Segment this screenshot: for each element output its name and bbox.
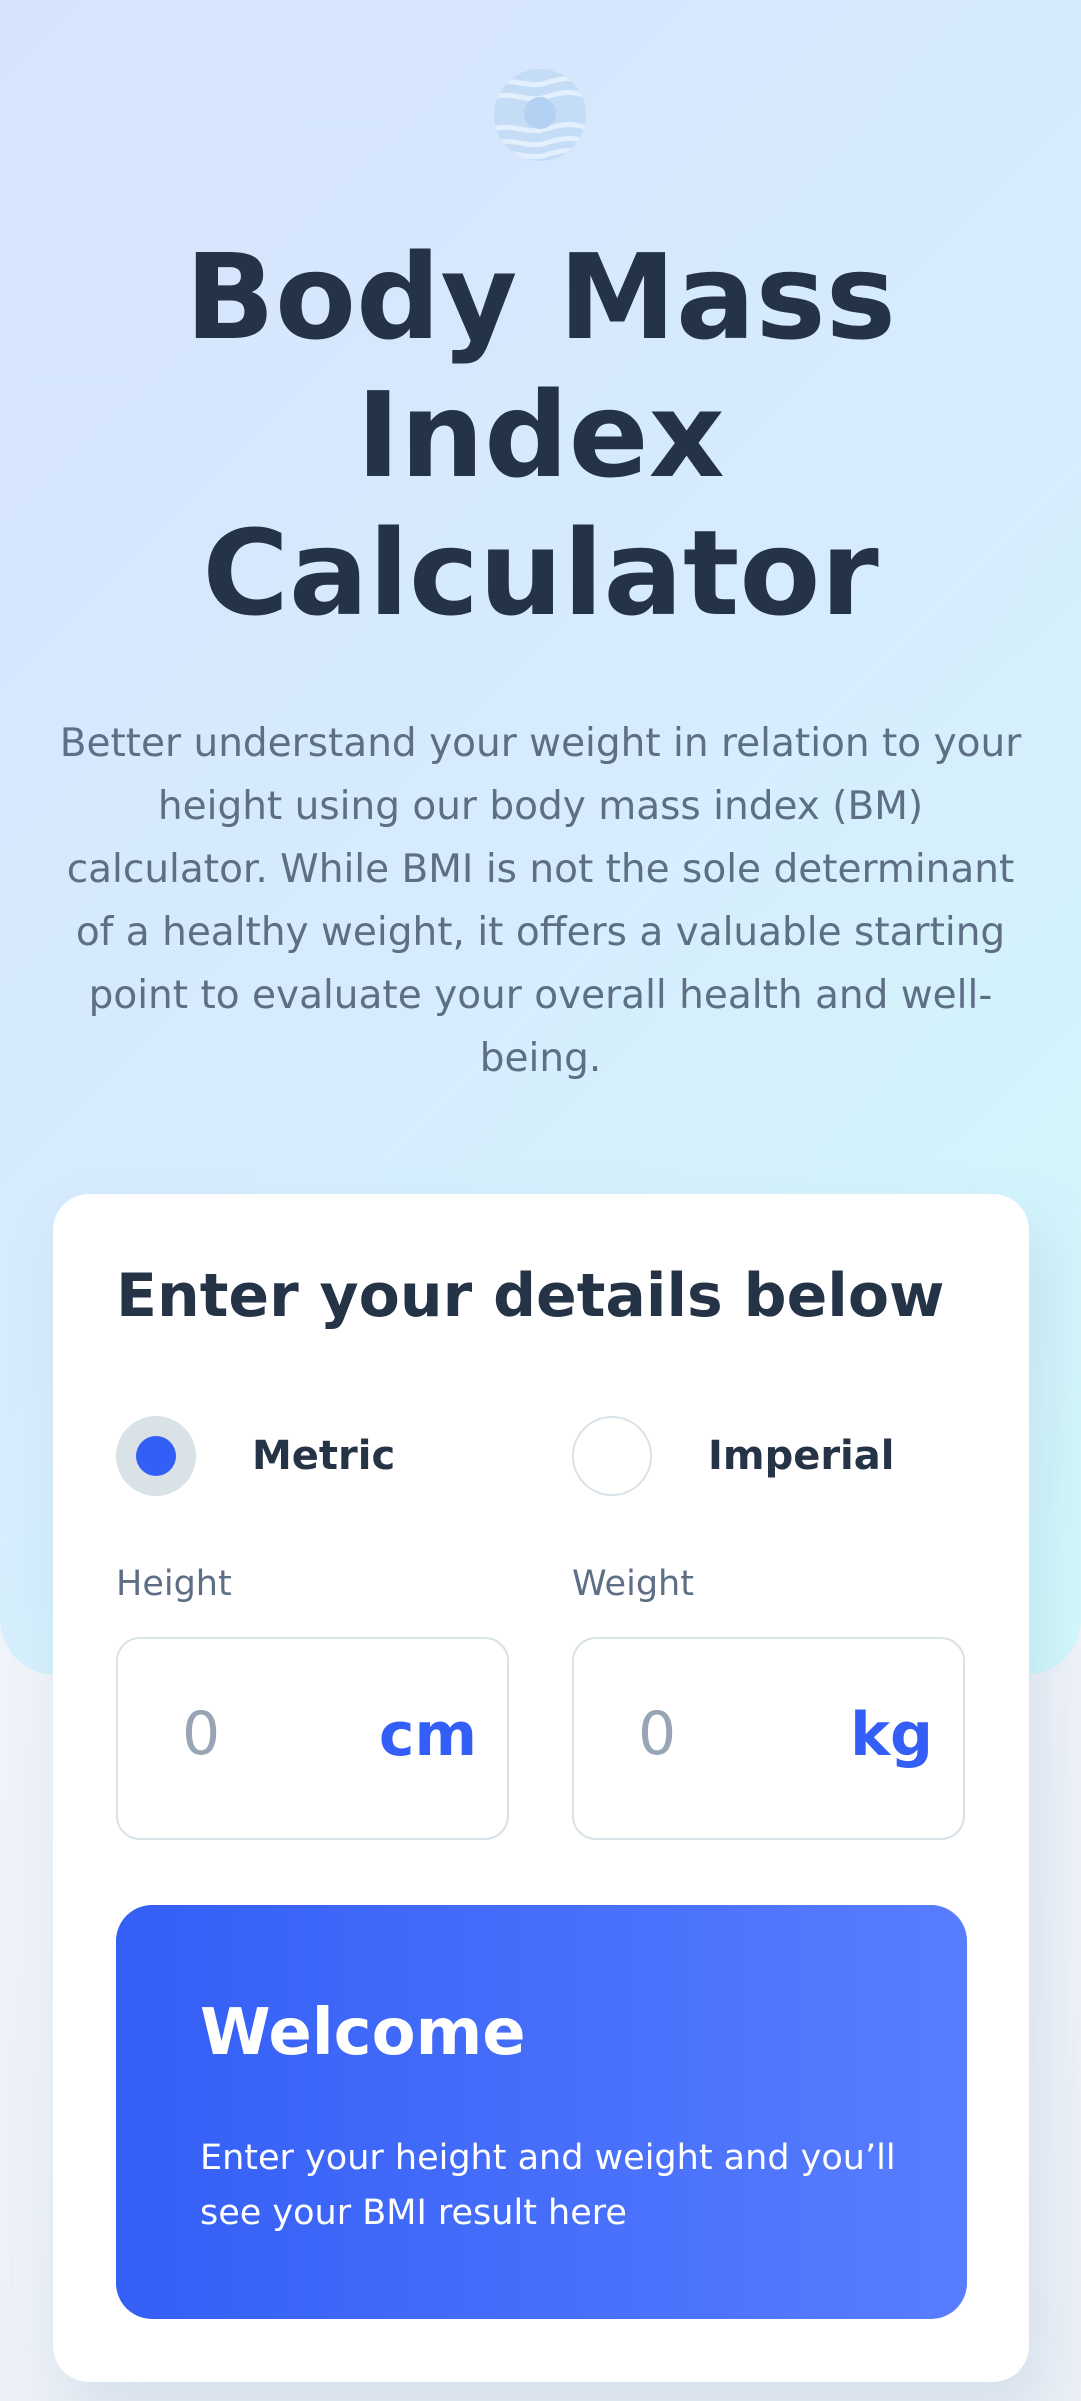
calculator-card: Enter your details below Metric Imperial… [53,1194,1029,2382]
height-field[interactable]: cm [116,1637,509,1840]
page-title-line: Body Mass [185,228,896,366]
weight-input[interactable] [638,1699,818,1769]
metric-radio-button[interactable] [116,1416,196,1496]
bmi-logo-icon [494,69,586,161]
height-unit: cm [378,1700,477,1770]
weight-unit: kg [850,1700,933,1770]
height-input[interactable] [182,1699,362,1769]
weight-field[interactable]: kg [572,1637,965,1840]
page-title-line: Index [356,366,725,504]
metric-label[interactable]: Metric [252,1433,395,1479]
imperial-radio-button[interactable] [572,1416,652,1496]
result-title: Welcome [200,1996,526,2070]
page-title-line: Calculator [202,504,879,642]
page-title: Body Mass Index Calculator [0,228,1081,642]
imperial-label[interactable]: Imperial [708,1433,894,1479]
weight-label: Weight [572,1564,694,1604]
result-panel: Welcome Enter your height and weight and… [116,1905,967,2319]
radio-selected-dot [136,1436,176,1476]
intro-text: Better understand your weight in relatio… [59,721,1022,1081]
unit-option-imperial[interactable]: Imperial [572,1414,894,1498]
form-heading: Enter your details below [116,1261,945,1331]
height-label: Height [116,1564,232,1604]
unit-option-metric[interactable]: Metric [116,1414,395,1498]
result-text: Enter your height and weight and you’ll … [200,2138,896,2233]
